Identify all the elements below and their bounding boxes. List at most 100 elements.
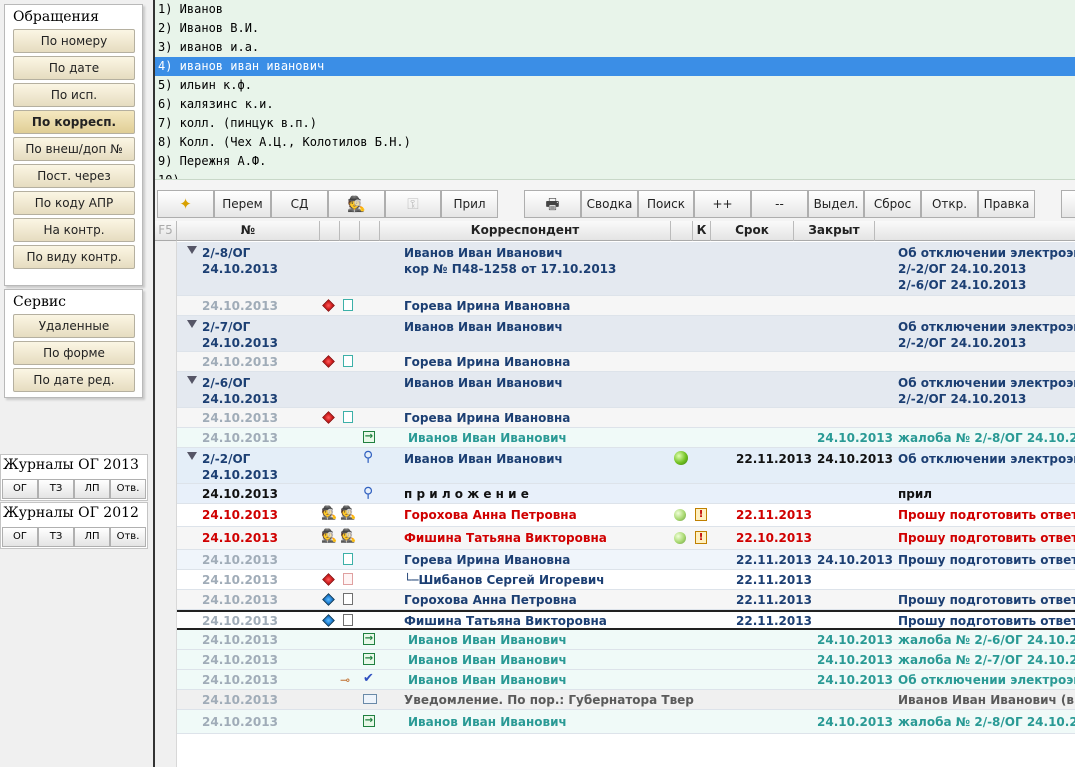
table-row[interactable]: 2/-8/ОГ 24.10.2013 Иванов Иван Иванович …: [177, 242, 1075, 296]
summary-button[interactable]: Сводка: [581, 190, 638, 218]
journal-2013-lp-button[interactable]: ЛП: [74, 479, 110, 499]
by-correspondent-button[interactable]: По корресп.: [13, 110, 135, 134]
document-copy-icon: [343, 593, 353, 605]
row-correspondent: Иванов Иван Иванович: [404, 376, 563, 390]
table-row[interactable]: 24.10.2013 Горева Ирина Ивановна: [177, 296, 1075, 316]
table-row[interactable]: 2/-7/ОГ 24.10.2013 Иванов Иван Иванович …: [177, 316, 1075, 352]
expand-all-button[interactable]: ++: [694, 190, 751, 218]
column-header-closed[interactable]: Закрыт: [794, 221, 875, 241]
row-closed: 24.10.2013: [817, 553, 893, 567]
suggestion-item-selected[interactable]: 4) иванов иван иванович: [155, 57, 1075, 76]
row-correspondent: Фишина Татьяна Викторовна: [404, 531, 607, 545]
incoming-arrow-icon: →: [363, 633, 375, 645]
reset-button[interactable]: Сброс: [864, 190, 921, 218]
journal-2012-otv-button[interactable]: Отв.: [110, 527, 146, 547]
suggestion-item[interactable]: 6) калязинс к.и.: [155, 95, 1075, 114]
move-button[interactable]: Перем: [214, 190, 271, 218]
journal-2013-og-button[interactable]: ОГ: [2, 479, 38, 499]
column-header-flag3[interactable]: [360, 221, 380, 241]
journal-2013-tz-button[interactable]: ТЗ: [38, 479, 74, 499]
row-due: 22.11.2013: [736, 593, 812, 607]
collapse-all-button[interactable]: --: [751, 190, 808, 218]
table-row[interactable]: 24.10.2013 Горева Ирина Ивановна 22.11.2…: [177, 550, 1075, 570]
row-description: жалоба № 2/-7/ОГ 24.10.2013 —: [898, 653, 1075, 667]
row-description-line2: 2/-2/ОГ 24.10.2013: [898, 392, 1027, 406]
by-executor-button[interactable]: По исп.: [13, 83, 135, 107]
collapse-triangle-icon[interactable]: [187, 246, 197, 254]
table-row-selected[interactable]: 24.10.2013 Фишина Татьяна Викторовна 22.…: [177, 610, 1075, 630]
column-header-number[interactable]: №: [177, 221, 320, 241]
print-button[interactable]: 🖶: [524, 190, 581, 218]
collapse-triangle-icon[interactable]: [187, 452, 197, 460]
warning-icon: !: [695, 508, 707, 521]
column-header-due[interactable]: Срок: [711, 221, 794, 241]
suggestion-item[interactable]: 5) ильин к.ф.: [155, 76, 1075, 95]
journal-2012-og-button[interactable]: ОГ: [2, 527, 38, 547]
blue-diamond-icon: [322, 614, 335, 627]
collapse-triangle-icon[interactable]: [187, 376, 197, 384]
column-header-k[interactable]: К: [693, 221, 711, 241]
table-row[interactable]: 24.10.2013 ⚲ п р и л о ж е н и е прил: [177, 484, 1075, 504]
table-row[interactable]: 24.10.2013 Уведомление. По пор.: Губерна…: [177, 690, 1075, 710]
key-button[interactable]: ⚿: [385, 190, 441, 218]
table-row[interactable]: 24.10.2013 └─Шибанов Сергей Игоревич 22.…: [177, 570, 1075, 590]
journal-2012: Журналы ОГ 2012 ОГ ТЗ ЛП Отв.: [0, 502, 148, 549]
suggestion-item[interactable]: 7) колл. (пинцук в.п.): [155, 114, 1075, 133]
new-document-button[interactable]: ✦: [157, 190, 214, 218]
row-description: Об отключении электроэнергии: [898, 246, 1075, 260]
row-description: прил: [898, 487, 933, 501]
suggestion-item[interactable]: 10) ...: [155, 171, 1075, 179]
collapse-triangle-icon[interactable]: [187, 320, 197, 328]
sd-button[interactable]: СД: [271, 190, 328, 218]
table-row[interactable]: 24.10.2013 🕵 🕵 Горохова Анна Петровна ! …: [177, 504, 1075, 527]
journal-2013-otv-button[interactable]: Отв.: [110, 479, 146, 499]
by-apr-code-button[interactable]: По коду АПР: [13, 191, 135, 215]
by-external-number-button[interactable]: По внеш/доп №: [13, 137, 135, 161]
table-row[interactable]: 24.10.2013 Горева Ирина Ивановна: [177, 352, 1075, 372]
column-header-flag2[interactable]: [340, 221, 360, 241]
edit-button[interactable]: Правка: [978, 190, 1035, 218]
journal-2012-lp-button[interactable]: ЛП: [74, 527, 110, 547]
executor-button[interactable]: 🕵: [328, 190, 385, 218]
table-row[interactable]: 24.10.2013 Горохова Анна Петровна 22.11.…: [177, 590, 1075, 610]
open-button[interactable]: Откр.: [921, 190, 978, 218]
more-button[interactable]: [1061, 190, 1075, 218]
suggestion-item[interactable]: 2) Иванов В.И.: [155, 19, 1075, 38]
column-header-correspondent[interactable]: Корреспондент: [380, 221, 671, 241]
table-row[interactable]: 2/-6/ОГ 24.10.2013 Иванов Иван Иванович …: [177, 372, 1075, 408]
table-row[interactable]: 24.10.2013 → Иванов Иван Иванович 24.10.…: [177, 428, 1075, 448]
suggestion-item[interactable]: 1) Иванов: [155, 0, 1075, 19]
table-row[interactable]: 24.10.2013 → Иванов Иван Иванович 24.10.…: [177, 650, 1075, 670]
table-row[interactable]: 24.10.2013 🕵 🕵 Фишина Татьяна Викторовна…: [177, 527, 1075, 550]
search-button[interactable]: Поиск: [638, 190, 694, 218]
journal-2012-tz-button[interactable]: ТЗ: [38, 527, 74, 547]
service-panel: Сервис Удаленные По форме По дате ред.: [4, 289, 143, 398]
column-header-blank[interactable]: [671, 221, 693, 241]
table-row[interactable]: 2/-2/ОГ 24.10.2013 ⚲ Иванов Иван Иванови…: [177, 448, 1075, 484]
by-form-button[interactable]: По форме: [13, 341, 135, 365]
refresh-f5-label[interactable]: F5: [155, 221, 177, 241]
row-correspondent: Фишина Татьяна Викторовна: [404, 614, 607, 628]
on-control-button[interactable]: На контр.: [13, 218, 135, 242]
column-header-flag1[interactable]: [320, 221, 340, 241]
suggestion-item[interactable]: 8) Колл. (Чех А.Ц., Колотилов Б.Н.): [155, 133, 1075, 152]
by-number-button[interactable]: По номеру: [13, 29, 135, 53]
row-number: 2/-8/ОГ: [202, 246, 251, 260]
table-row[interactable]: 24.10.2013 → Иванов Иван Иванович 24.10.…: [177, 710, 1075, 734]
suggestion-item[interactable]: 3) иванов и.а.: [155, 38, 1075, 57]
row-description: Об отключении электроэнергии: [898, 673, 1075, 687]
by-edit-date-button[interactable]: По дате ред.: [13, 368, 135, 392]
table-row[interactable]: 24.10.2013 ⊸ ✔ Иванов Иван Иванович 24.1…: [177, 670, 1075, 690]
table-row[interactable]: 24.10.2013 Горева Ирина Ивановна: [177, 408, 1075, 428]
select-button[interactable]: Выдел.: [808, 190, 864, 218]
attach-button[interactable]: Прил: [441, 190, 498, 218]
row-date: 24.10.2013: [202, 673, 278, 687]
by-control-type-button[interactable]: По виду контр.: [13, 245, 135, 269]
row-description-line2: 2/-2/ОГ 24.10.2013: [898, 262, 1027, 276]
deleted-button[interactable]: Удаленные: [13, 314, 135, 338]
table-row[interactable]: 24.10.2013 → Иванов Иван Иванович 24.10.…: [177, 630, 1075, 650]
correspondent-suggestion-list[interactable]: 1) Иванов 2) Иванов В.И. 3) иванов и.а. …: [155, 0, 1075, 180]
received-via-button[interactable]: Пост. через: [13, 164, 135, 188]
by-date-button[interactable]: По дате: [13, 56, 135, 80]
suggestion-item[interactable]: 9) Пережня А.Ф.: [155, 152, 1075, 171]
